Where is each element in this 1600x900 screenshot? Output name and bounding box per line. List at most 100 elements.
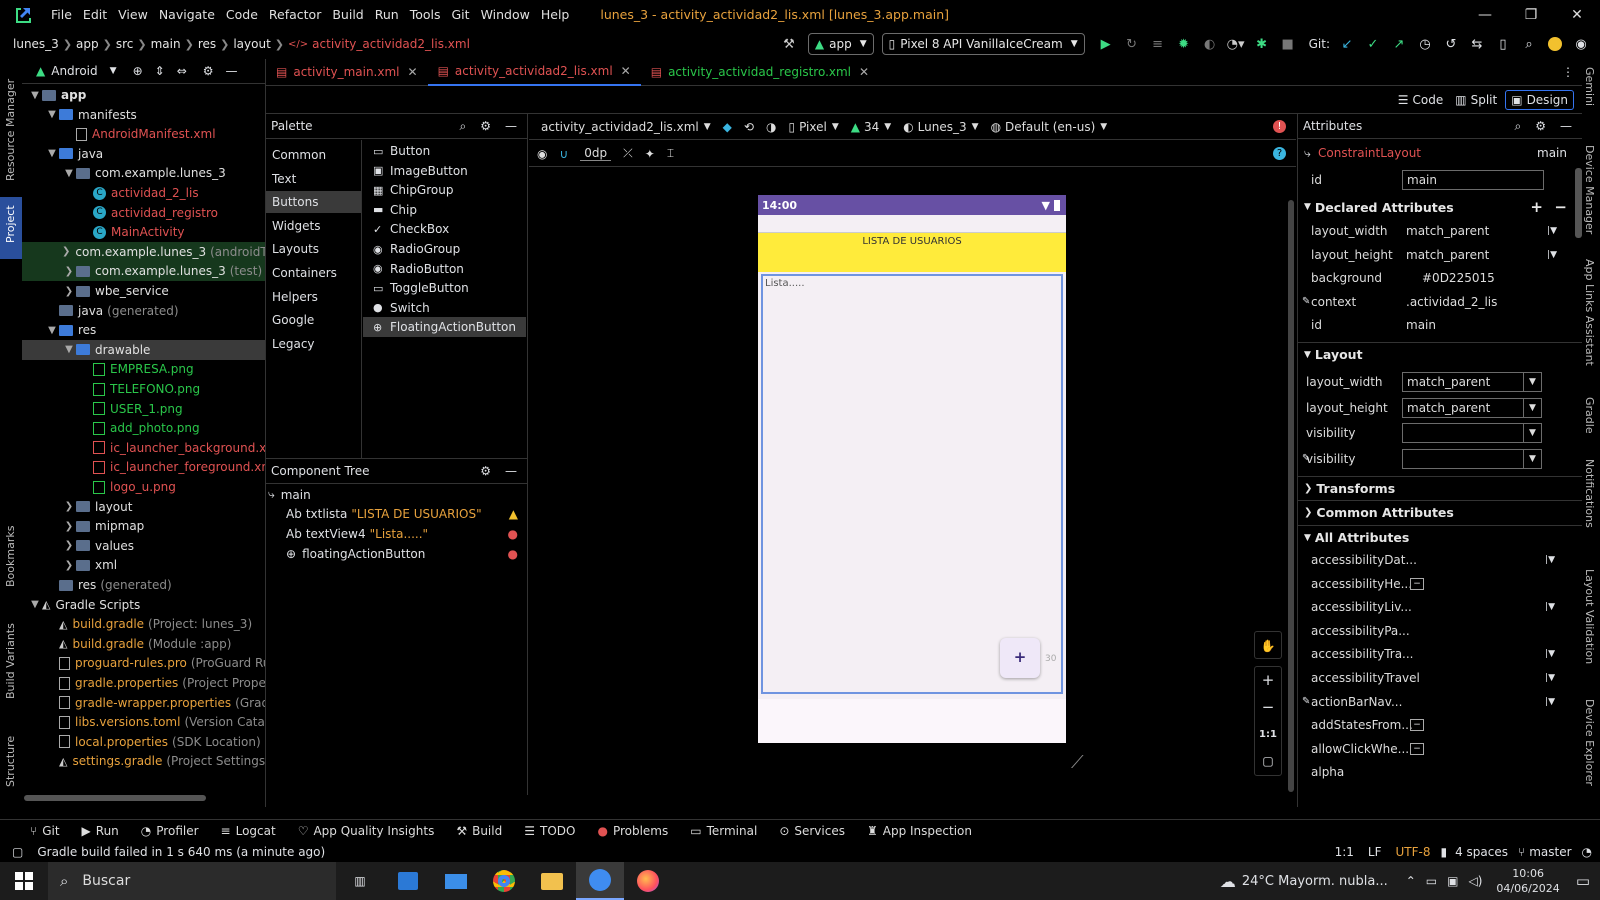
declared-attribute-row[interactable]: layout_width match_parent |▼: [1298, 219, 1583, 243]
git-push-icon[interactable]: ↗: [1386, 33, 1412, 55]
attribute-select[interactable]: match_parent ▼: [1402, 372, 1542, 392]
add-icon[interactable]: +: [1530, 198, 1543, 216]
resize-handle-icon[interactable]: ⟋: [1071, 752, 1091, 773]
structure-tab[interactable]: Structure: [4, 736, 17, 787]
breadcrumb-item[interactable]: src: [116, 37, 134, 51]
hide-icon[interactable]: —: [1560, 119, 1572, 133]
palette-category[interactable]: Layouts: [266, 238, 361, 260]
tree-item[interactable]: AndroidManifest.xml: [62, 124, 216, 144]
tree-item[interactable]: logo_u.png: [79, 477, 176, 497]
zoom-in-button[interactable]: +: [1255, 667, 1281, 694]
palette-widget[interactable]: ● Switch: [363, 298, 526, 318]
attribute-select[interactable]: match_parent ▼: [1402, 397, 1542, 418]
default-margin-field[interactable]: 0dp: [580, 146, 612, 161]
design-mode-button[interactable]: ▣ Design: [1505, 89, 1574, 110]
menu-help[interactable]: Help: [541, 7, 570, 22]
device-mirror-icon[interactable]: ⇆: [1464, 33, 1490, 55]
breadcrumb-item[interactable]: app: [76, 37, 99, 51]
split-mode-button[interactable]: ▥ Split: [1455, 93, 1497, 107]
palette-category[interactable]: Widgets: [266, 215, 361, 237]
device-preview-select[interactable]: ▯ Pixel ▼: [788, 120, 838, 134]
layout-section[interactable]: ▼ Layout: [1298, 342, 1583, 366]
all-attribute-row[interactable]: ✎ actionBarNav... |▼: [1298, 690, 1583, 714]
id-field[interactable]: main: [1402, 170, 1544, 190]
updates-icon[interactable]: [1542, 33, 1568, 55]
declared-attributes-section[interactable]: ▼ Declared Attributes + −: [1298, 195, 1583, 219]
horizontal-scrollbar[interactable]: [24, 795, 206, 801]
file-select[interactable]: activity_actividad2_lis.xml ▼: [541, 120, 711, 134]
indent-setting[interactable]: 4 spaces: [1455, 845, 1508, 859]
toggle-icon[interactable]: −: [1410, 719, 1424, 732]
menu-file[interactable]: File: [51, 7, 72, 22]
tree-item[interactable]: USER_1.png: [79, 399, 183, 419]
menu-code[interactable]: Code: [226, 7, 258, 22]
tree-item[interactable]: ❯ layout: [62, 497, 133, 517]
rerun-icon[interactable]: ↻: [1119, 33, 1145, 55]
tree-item[interactable]: ◭ build.gradle (Project: lunes_3): [45, 614, 252, 634]
taskbar-search[interactable]: ⌕ Buscar: [48, 862, 336, 900]
chevron-icon[interactable]: ▼: [62, 344, 76, 355]
android-studio-icon[interactable]: [576, 862, 624, 900]
locate-icon[interactable]: ⊕: [133, 64, 143, 78]
palette-category[interactable]: Buttons: [266, 191, 361, 214]
git-update-icon[interactable]: ↙: [1334, 33, 1360, 55]
tree-item[interactable]: ❯ com.example.lunes_3(androidTest): [22, 241, 265, 262]
all-attribute-row[interactable]: accessibilityTravel |▼: [1298, 666, 1583, 690]
weather-icon[interactable]: ☁: [1220, 872, 1236, 891]
hide-icon[interactable]: —: [226, 64, 238, 78]
tree-item[interactable]: ❯ xml: [62, 555, 117, 575]
tree-item[interactable]: java (generated): [45, 301, 179, 321]
list-textview[interactable]: Lista..... + 30: [761, 274, 1063, 694]
close-icon[interactable]: ✕: [621, 64, 631, 78]
zoom-out-button[interactable]: −: [1255, 694, 1281, 721]
all-attribute-row[interactable]: accessibilityPa...: [1298, 619, 1583, 643]
tree-item[interactable]: ❯ com.example.lunes_3 (test): [22, 261, 265, 282]
windows-start-icon[interactable]: [0, 862, 48, 900]
right-tool-tab[interactable]: App Links Assistant: [1583, 259, 1596, 366]
palette-widget[interactable]: ▬ Chip: [363, 200, 526, 220]
attributes-scrollbar[interactable]: [1575, 168, 1582, 238]
profile-icon[interactable]: ◐: [1197, 33, 1223, 55]
chevron-icon[interactable]: ❯: [62, 501, 76, 512]
all-attribute-row[interactable]: accessibilityHe... −: [1298, 572, 1583, 596]
tree-item[interactable]: EMPRESA.png: [79, 359, 194, 379]
menu-view[interactable]: View: [118, 7, 148, 22]
breadcrumb-item[interactable]: activity_actividad2_lis.xml: [312, 37, 470, 51]
chevron-up-icon[interactable]: ⌃: [1406, 874, 1416, 888]
all-attribute-row[interactable]: accessibilityTra... |▼: [1298, 642, 1583, 666]
tree-item[interactable]: proguard-rules.pro(ProGuard Rules: [45, 653, 265, 673]
toolwindow-terminal[interactable]: ▭ Terminal: [690, 824, 757, 838]
remove-icon[interactable]: −: [1554, 198, 1567, 216]
chevron-icon[interactable]: ▼: [45, 109, 59, 120]
debug-icon[interactable]: ✹: [1171, 33, 1197, 55]
all-attribute-row[interactable]: alpha: [1298, 760, 1583, 784]
status-toggle-icon[interactable]: ▢: [12, 845, 23, 859]
close-window-button[interactable]: ✕: [1554, 0, 1600, 29]
close-icon[interactable]: ✕: [408, 65, 418, 79]
toolwindow-app-quality-insights[interactable]: ♡ App Quality Insights: [298, 824, 435, 838]
palette-category[interactable]: Containers: [266, 262, 361, 284]
apply-changes-icon[interactable]: ≡: [1145, 33, 1171, 55]
tree-root-main[interactable]: ⤷ main: [268, 487, 311, 502]
more-icon[interactable]: ⋮: [1562, 65, 1574, 79]
palette-widget[interactable]: ▦ ChipGroup: [363, 180, 526, 200]
code-mode-button[interactable]: ☰ Code: [1398, 93, 1444, 107]
toolwindow-build[interactable]: ⚒ Build: [456, 824, 502, 838]
breadcrumb-item[interactable]: main: [151, 37, 181, 51]
chevron-icon[interactable]: ❯: [62, 246, 70, 257]
chevron-down-icon[interactable]: ▼: [110, 66, 117, 76]
night-mode-icon[interactable]: ◑: [766, 120, 776, 134]
tree-item[interactable]: add_photo.png: [79, 418, 200, 438]
attribute-select[interactable]: ▼: [1402, 423, 1542, 443]
infer-constraints-icon[interactable]: ✦: [645, 147, 655, 161]
network-icon[interactable]: ▭: [1426, 874, 1437, 888]
bookmarks-tab[interactable]: Bookmarks: [4, 526, 17, 587]
declared-attribute-row[interactable]: id main: [1298, 313, 1583, 337]
all-attributes-section[interactable]: ▼ All Attributes: [1298, 525, 1583, 549]
gear-icon[interactable]: ⚙: [1535, 119, 1546, 133]
all-attribute-row[interactable]: allowClickWhe... −: [1298, 737, 1583, 761]
tree-item[interactable]: C MainActivity: [79, 222, 185, 242]
file-encoding[interactable]: UTF-8: [1395, 845, 1430, 859]
memory-icon[interactable]: ◔: [1582, 845, 1592, 859]
pan-button[interactable]: ✋: [1254, 631, 1282, 659]
